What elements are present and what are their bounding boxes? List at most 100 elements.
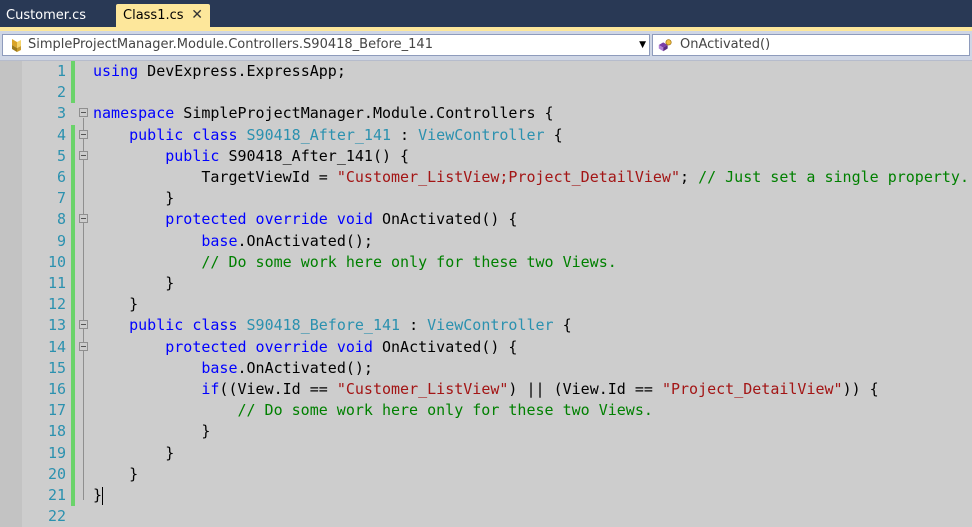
line-number: 2	[56, 83, 66, 102]
code-line[interactable]: 19}	[0, 442, 972, 464]
change-indicator	[71, 61, 75, 83]
tab-class1-cs[interactable]: Class1.cs ✕	[116, 4, 210, 27]
line-number: 15	[47, 358, 66, 377]
tab-customer-cs[interactable]: Customer.cs	[0, 4, 112, 27]
code-line[interactable]: 13 public class S90418_Before_141 : ViewC…	[0, 315, 972, 337]
change-indicator	[71, 124, 75, 146]
code-token-comment: // Do some work here only for these two …	[237, 401, 653, 420]
code-text: protected override void OnActivated() {	[165, 337, 517, 358]
code-token-plain: {	[553, 316, 572, 335]
collapse-icon[interactable]	[79, 214, 88, 224]
code-line[interactable]: 4 public class S90418_After_141 : ViewCon…	[0, 124, 972, 146]
code-token-keyword: class	[192, 316, 238, 335]
collapse-icon[interactable]	[79, 341, 88, 351]
member-dropdown-value: OnActivated()	[680, 37, 771, 52]
code-token-keyword: base	[201, 358, 238, 377]
code-line[interactable]: 8 protected override void OnActivated() {	[0, 209, 972, 231]
code-token-keyword: base	[201, 231, 238, 250]
code-editor[interactable]: 1 using DevExpress.ExpressApp; 2 3 namespace…	[0, 61, 972, 527]
code-line[interactable]: 15 base.OnActivated();	[0, 357, 972, 379]
chevron-down-icon[interactable]: ▼	[639, 35, 646, 55]
method-icon	[658, 39, 672, 52]
code-text: // Do some work here only for these two …	[201, 252, 616, 273]
code-token-plain: S90418_After_141() {	[219, 146, 410, 165]
code-token-keyword: void	[336, 337, 373, 356]
collapse-icon[interactable]	[79, 320, 88, 330]
line-number: 6	[56, 168, 66, 186]
navigation-bar: SimpleProjectManager.Module.Controllers.…	[0, 31, 972, 61]
code-line[interactable]: 14 protected override void OnActivated() …	[0, 336, 972, 358]
type-dropdown[interactable]: SimpleProjectManager.Module.Controllers.…	[2, 34, 650, 56]
line-number: 12	[47, 295, 66, 314]
change-indicator	[71, 463, 75, 485]
change-indicator	[71, 336, 75, 358]
line-number: 8	[56, 210, 66, 229]
code-line[interactable]: 21}	[0, 485, 972, 507]
collapse-icon[interactable]	[79, 150, 88, 160]
code-token-keyword: using	[93, 62, 139, 80]
tab-label: Customer.cs	[6, 8, 87, 23]
code-line[interactable]: 18}	[0, 421, 972, 443]
change-indicator	[71, 273, 75, 295]
code-line[interactable]: 3 namespace SimpleProjectManager.Module.C…	[0, 103, 972, 124]
code-token-keyword: protected	[165, 210, 247, 229]
line-number: 1	[56, 62, 66, 80]
code-line[interactable]: 7}	[0, 188, 972, 210]
collapse-icon[interactable]	[79, 129, 88, 139]
code-line[interactable]: 1 using DevExpress.ExpressApp;	[0, 61, 972, 83]
code-token-plain: .OnActivated();	[237, 358, 373, 377]
code-line[interactable]: 17 // Do some work here only for these tw…	[0, 400, 972, 422]
code-text: public class S90418_Before_141 : ViewCon…	[129, 315, 572, 336]
code-token-keyword: namespace	[93, 104, 175, 123]
code-line[interactable]: 12}	[0, 294, 972, 316]
change-indicator	[71, 145, 75, 167]
code-line[interactable]: 11}	[0, 273, 972, 295]
line-number: 21	[47, 486, 66, 504]
change-indicator	[71, 294, 75, 316]
member-dropdown[interactable]: OnActivated()	[652, 34, 970, 56]
line-number: 17	[47, 401, 66, 420]
code-token-plain: :	[400, 316, 428, 335]
code-text: // Do some work here only for these two …	[237, 400, 652, 421]
change-indicator	[71, 167, 75, 189]
code-line[interactable]: 9 base.OnActivated();	[0, 230, 972, 252]
code-text: }	[165, 273, 174, 294]
code-token-plain: DevExpress.ExpressApp;	[138, 62, 346, 80]
code-token-plain: }	[129, 295, 139, 314]
code-token-plain: ;	[680, 168, 699, 186]
code-line[interactable]: 10 // Do some work here only for these tw…	[0, 251, 972, 273]
code-line[interactable]: 20}	[0, 463, 972, 485]
code-line[interactable]: 2	[0, 82, 972, 104]
close-icon[interactable]: ✕	[191, 4, 203, 27]
code-text: protected override void OnActivated() {	[165, 209, 517, 230]
code-text: base.OnActivated();	[201, 231, 373, 252]
code-text: namespace SimpleProjectManager.Module.Co…	[93, 103, 554, 124]
code-token-plain: TargetViewId =	[201, 168, 337, 186]
collapse-icon[interactable]	[79, 108, 88, 118]
code-token-keyword: public	[165, 146, 220, 165]
line-number: 16	[47, 380, 66, 398]
code-token-comment: // Just set a single property.	[698, 168, 969, 186]
code-token-plain: }	[165, 189, 175, 208]
code-line[interactable]: 6 TargetViewId = "Customer_ListView;Proje…	[0, 167, 972, 189]
line-number: 7	[56, 189, 66, 208]
code-line[interactable]: 5 public S90418_After_141() {	[0, 145, 972, 167]
code-line[interactable]: 16 if((View.Id == "Customer_ListView") ||…	[0, 379, 972, 401]
code-token-keyword: if	[201, 380, 220, 398]
change-indicator	[71, 442, 75, 464]
code-token-keyword: override	[255, 210, 328, 229]
code-token-keyword: protected	[165, 337, 247, 356]
code-text: }	[201, 421, 210, 442]
line-number: 22	[47, 507, 66, 526]
code-token-plain: SimpleProjectManager.Module.Controllers …	[174, 104, 554, 123]
line-number: 13	[47, 316, 66, 335]
code-token-plain: }	[93, 486, 103, 504]
code-line[interactable]: 22	[0, 506, 972, 527]
change-indicator	[71, 421, 75, 443]
code-token-plain: )) {	[842, 380, 879, 398]
change-indicator	[71, 379, 75, 401]
